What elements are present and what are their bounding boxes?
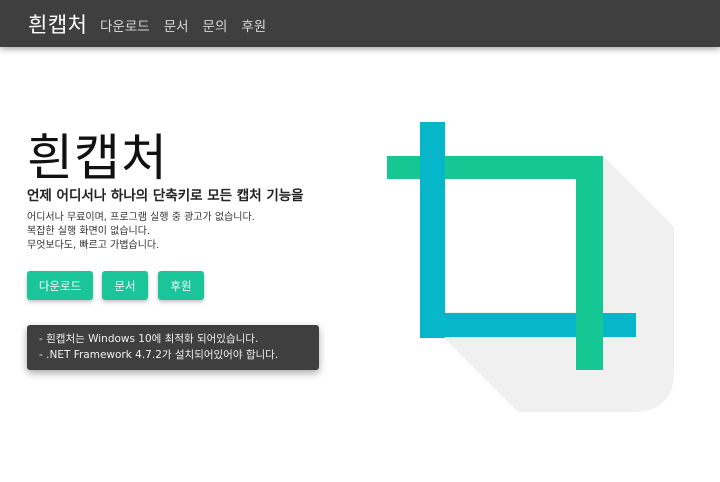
notice-line: - 흰캡처는 Windows 10에 최적화 되어있습니다. <box>39 333 259 345</box>
hero-description-line: 어디서나 무료이며, 프로그램 실행 중 광고가 없습니다. <box>27 212 255 223</box>
nav-link-contact[interactable]: 문의 <box>203 15 228 35</box>
nav-links: 다운로드 문서 문의 후원 <box>100 15 280 35</box>
hero-title: 흰캡처 <box>27 129 168 187</box>
nav-link-docs[interactable]: 문서 <box>164 15 189 35</box>
crop-icon-green-right <box>576 156 603 370</box>
requirements-notice: - 흰캡처는 Windows 10에 최적화 되어있습니다. - .NET Fr… <box>27 325 319 370</box>
donate-button[interactable]: 후원 <box>158 271 204 300</box>
hero-description-line: 복잡한 실행 화면이 없습니다. <box>27 226 151 237</box>
notice-line: - .NET Framework 4.7.2가 설치되어있어야 합니다. <box>39 349 279 361</box>
crop-icon-green-overlap <box>576 313 603 337</box>
top-navbar: 흰캡처 다운로드 문서 문의 후원 <box>0 0 720 47</box>
crop-icon-blue-left <box>420 122 445 338</box>
crop-icon <box>387 122 674 412</box>
hero-description-line: 무엇보다도, 빠르고 가볍습니다. <box>27 240 160 251</box>
nav-link-download[interactable]: 다운로드 <box>100 15 150 35</box>
download-button[interactable]: 다운로드 <box>27 271 93 300</box>
nav-link-donate[interactable]: 후원 <box>241 15 266 35</box>
hero-subtitle: 언제 어디서나 하나의 단축키로 모든 캡처 기능을 <box>27 188 304 204</box>
crop-icon-green-top <box>387 156 603 179</box>
crop-icon-shadow <box>421 156 674 412</box>
hero-description: 어디서나 무료이며, 프로그램 실행 중 광고가 없습니다. 복잡한 실행 화면… <box>27 211 255 253</box>
crop-icon-blue-bottom <box>420 313 636 337</box>
brand-logo[interactable]: 흰캡처 <box>28 9 87 39</box>
docs-button[interactable]: 문서 <box>102 271 148 300</box>
